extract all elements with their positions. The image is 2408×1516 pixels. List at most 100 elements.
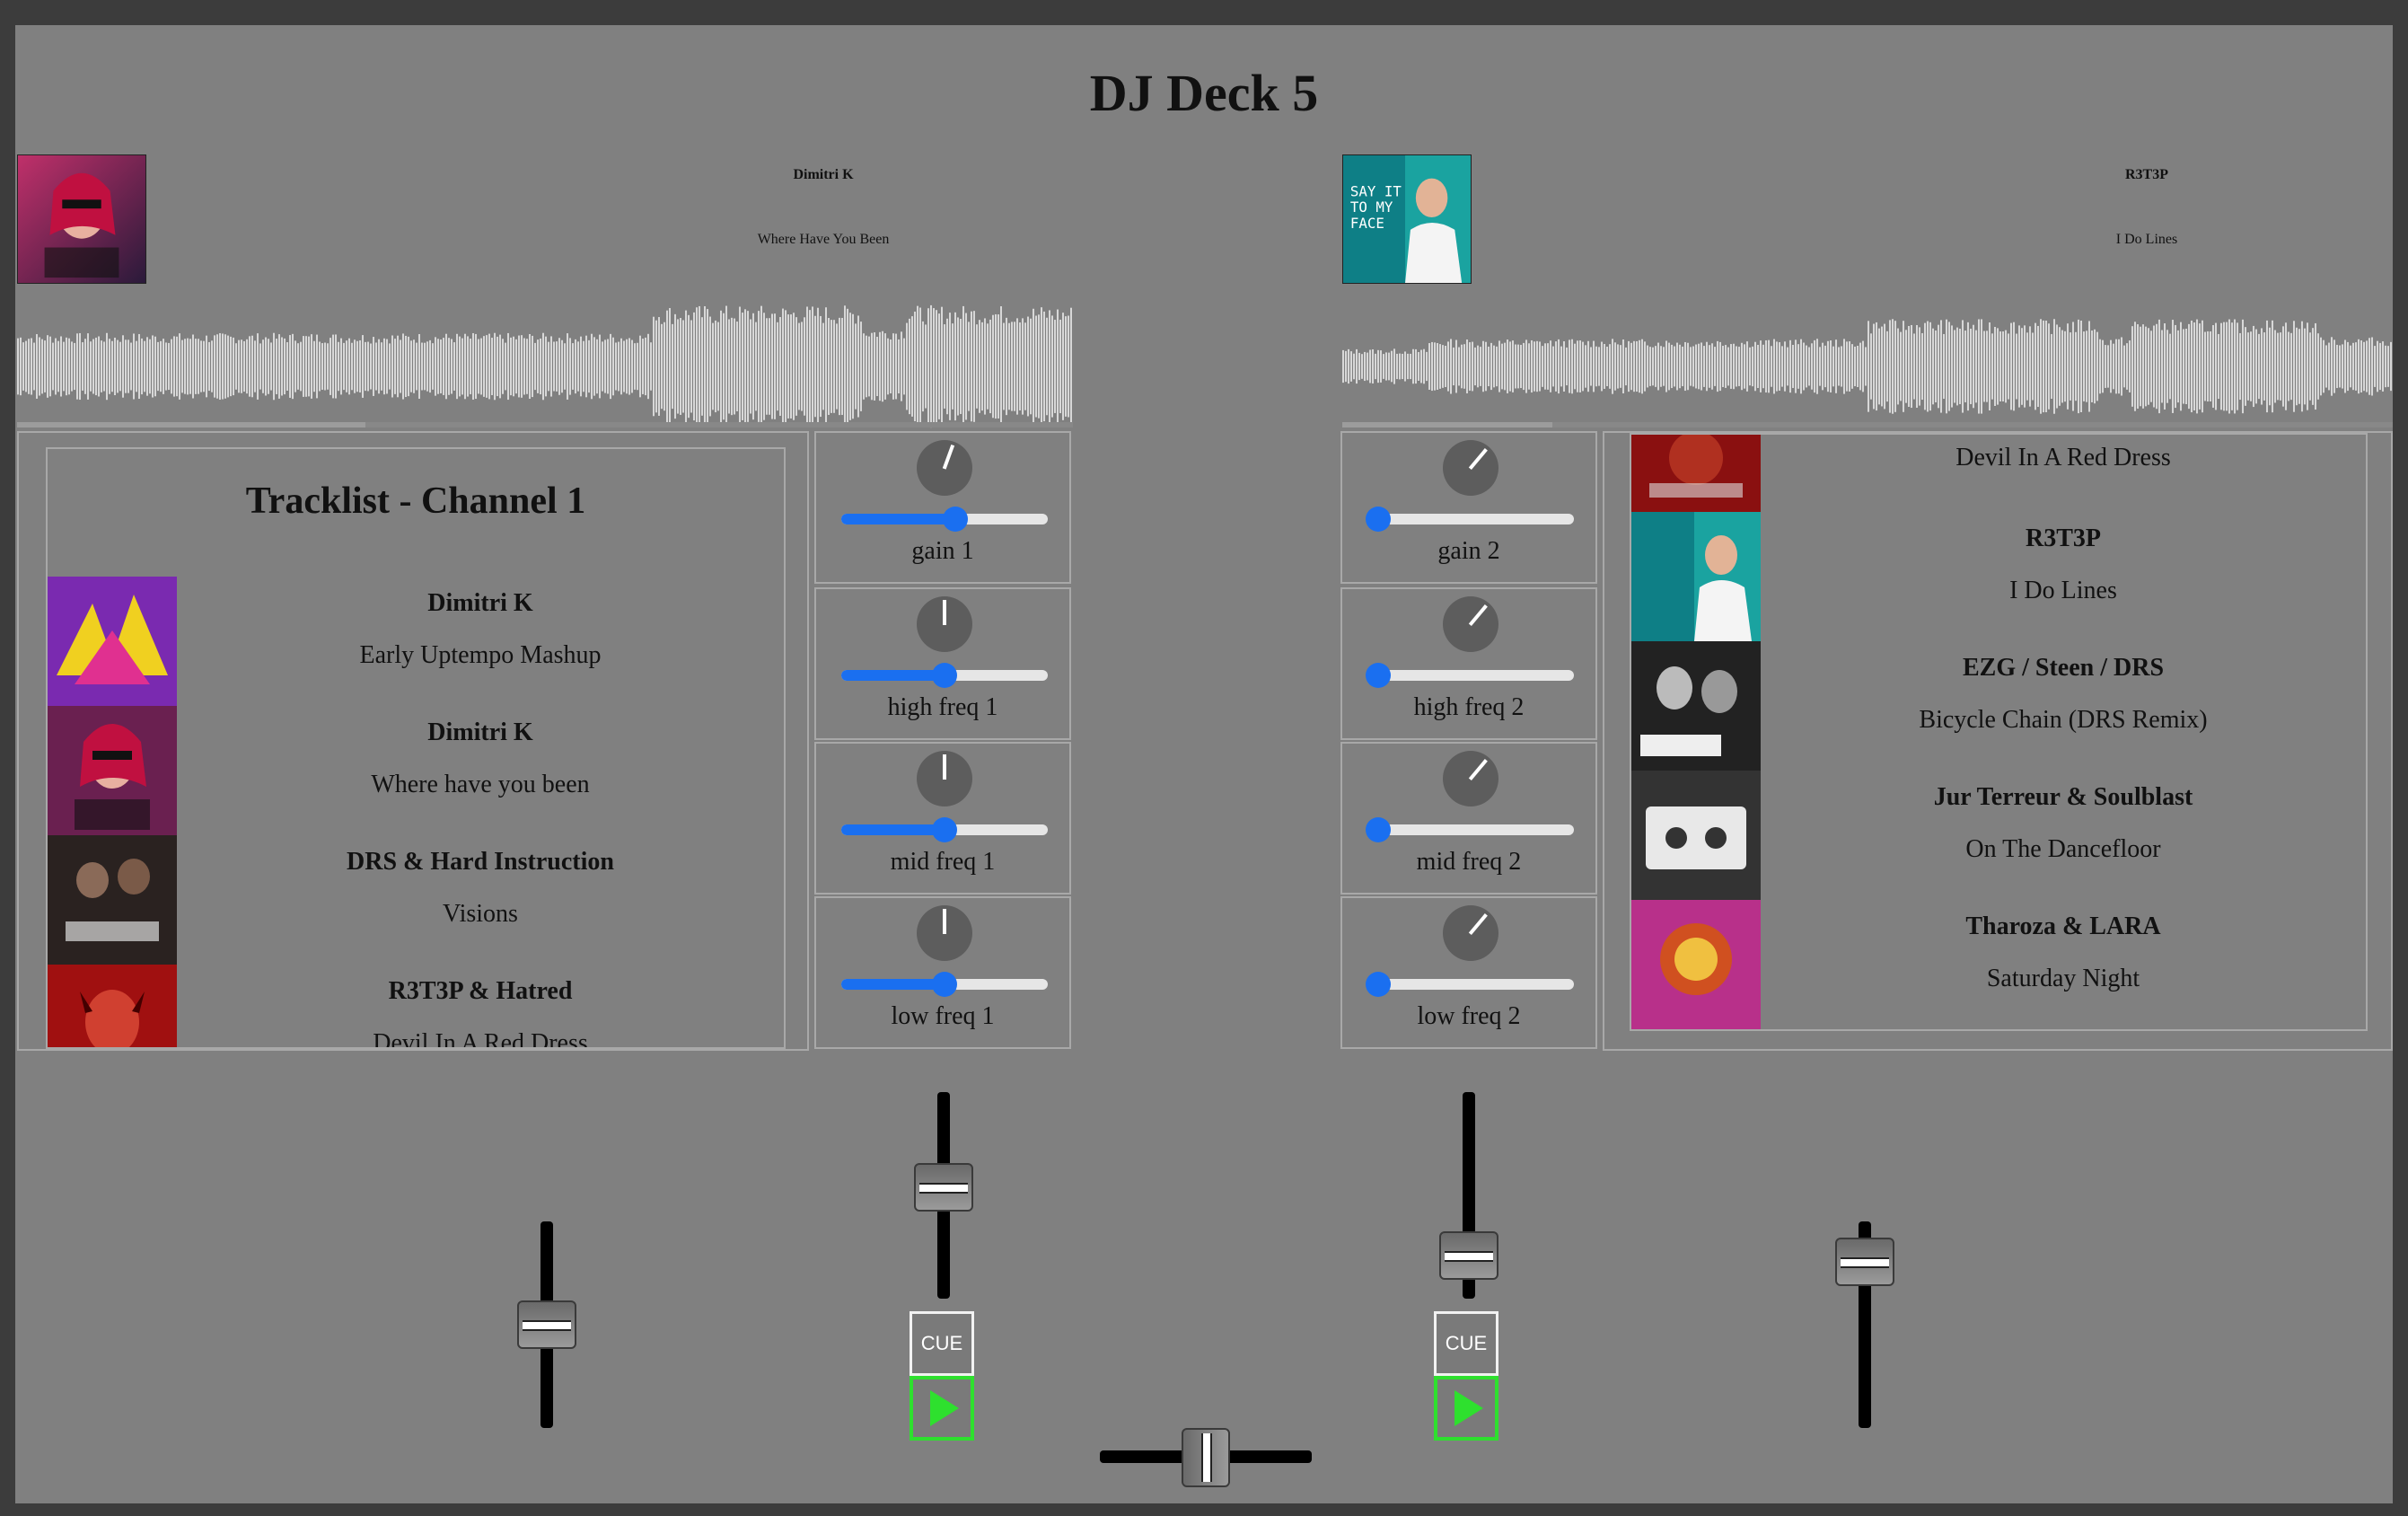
eq-slider-thumb[interactable]	[932, 972, 957, 997]
eq-knob-icon[interactable]	[1443, 596, 1498, 652]
waveform-bar	[68, 338, 70, 395]
waveform-bar	[1973, 324, 1974, 409]
deck2-channel-fader-handle[interactable]	[1835, 1237, 1894, 1286]
crossfader-handle[interactable]	[1182, 1428, 1230, 1487]
eq-slider[interactable]	[1366, 507, 1574, 532]
list-item[interactable]: DRS & Hard Instruction Visions	[48, 835, 784, 965]
eq-knob-icon[interactable]	[917, 596, 972, 652]
waveform-bar	[1612, 339, 1613, 394]
waveform-bar	[1975, 330, 1977, 403]
waveform-bar	[879, 331, 881, 401]
waveform-bar	[1709, 345, 1710, 388]
waveform-bar	[1437, 342, 1438, 391]
deck2-progress-bar[interactable]	[1342, 422, 2393, 427]
eq-slider-thumb[interactable]	[1366, 507, 1391, 532]
list-item[interactable]: EZG / Steen / DRS Bicycle Chain (DRS Rem…	[1631, 641, 2366, 771]
list-item[interactable]: Devil In A Red Dress	[1631, 435, 2366, 512]
list-item[interactable]: Jur Terreur & Soulblast On The Dancefloo…	[1631, 771, 2366, 900]
waveform-bar	[2342, 344, 2343, 389]
eq-knob-icon[interactable]	[917, 905, 972, 961]
deck1-waveform[interactable]	[17, 286, 1073, 429]
eq-knob-icon[interactable]	[1443, 905, 1498, 961]
waveform-bar	[1485, 341, 1487, 392]
waveform-bar	[2040, 319, 2042, 414]
waveform-bar	[723, 313, 725, 420]
waveform-bar	[927, 308, 929, 425]
eq-knob-icon[interactable]	[917, 751, 972, 806]
waveform-bar	[890, 339, 892, 394]
eq-knob-icon[interactable]	[917, 440, 972, 496]
list-item[interactable]: Dimitri K Where have you been	[48, 706, 784, 835]
waveform-bar	[2368, 338, 2370, 395]
eq-knob-icon[interactable]	[1443, 440, 1498, 496]
eq-slider-thumb[interactable]	[942, 507, 968, 532]
waveform-bar	[1905, 330, 1907, 403]
waveform-bar	[2158, 319, 2160, 414]
waveform-bar	[1630, 342, 1632, 391]
eq-slider-thumb[interactable]	[1366, 817, 1391, 842]
list-item[interactable]: Tharoza & LARA Saturday Night	[1631, 900, 2366, 1029]
waveform-bar	[1841, 346, 1842, 387]
waveform-bar	[1752, 346, 1753, 387]
waveform-bar	[2220, 322, 2222, 410]
eq-slider-fill	[841, 670, 945, 681]
deck2-play-button[interactable]	[1434, 1376, 1498, 1441]
tracklist-channel2-list[interactable]: Devil In A Red Dress R3T3P I Do Lines EZ…	[1630, 433, 2368, 1031]
waveform-bar	[860, 322, 862, 411]
eq-slider-thumb[interactable]	[1366, 663, 1391, 688]
waveform-bar	[752, 313, 754, 420]
waveform-bar	[1523, 342, 1525, 391]
track-title: On The Dancefloor	[1965, 835, 2161, 863]
waveform-bar	[588, 339, 590, 393]
waveform-bar	[375, 342, 377, 391]
waveform-bar	[1795, 339, 1797, 393]
waveform-bar	[478, 339, 479, 394]
eq-slider[interactable]	[1366, 663, 1574, 688]
waveform-bar	[192, 334, 194, 399]
waveform-bar	[1665, 340, 1667, 392]
waveform-bar	[2366, 340, 2368, 392]
list-item[interactable]: R3T3P I Do Lines	[1631, 512, 2366, 641]
eq-slider[interactable]	[841, 663, 1048, 688]
waveform-bar	[281, 337, 283, 396]
waveform-bar	[480, 338, 482, 395]
waveform-bar	[1604, 344, 1605, 389]
eq-knob-icon[interactable]	[1443, 751, 1498, 806]
eq-slider-thumb[interactable]	[932, 663, 957, 688]
eq-slider[interactable]	[1366, 972, 1574, 997]
waveform-bar	[1999, 331, 2001, 401]
deck1-channel-fader-handle[interactable]	[517, 1300, 576, 1349]
list-item[interactable]: Dimitri K Early Uptempo Mashup	[48, 577, 784, 706]
deck1-progress-bar[interactable]	[17, 422, 1073, 427]
waveform-bar	[1771, 346, 1772, 387]
deck1-cue-button[interactable]: CUE	[910, 1311, 974, 1376]
waveform-bar	[2113, 343, 2114, 390]
waveform-bar	[1989, 322, 1991, 411]
eq-slider[interactable]	[841, 972, 1048, 997]
waveform-bar	[31, 338, 32, 395]
deck2-cue-button[interactable]: CUE	[1434, 1311, 1498, 1376]
waveform-bar	[421, 342, 423, 391]
waveform-bar	[1797, 344, 1799, 389]
eq-slider-thumb[interactable]	[1366, 972, 1391, 997]
deck1-volume-fader-handle[interactable]	[914, 1163, 973, 1212]
eq-slider[interactable]	[841, 507, 1048, 532]
deck1-play-button[interactable]	[910, 1376, 974, 1441]
eq-slider-thumb[interactable]	[932, 817, 957, 842]
tracklist-channel1-list[interactable]: Tracklist - Channel 1 Dimitri K Early Up…	[46, 447, 786, 1049]
waveform-bar	[470, 339, 471, 394]
eq-slider[interactable]	[1366, 817, 1574, 842]
waveform-bar	[136, 340, 137, 392]
track-artist: EZG / Steen / DRS	[1962, 654, 2165, 682]
deck2-waveform[interactable]	[1342, 286, 2393, 429]
waveform-bar	[717, 322, 719, 411]
waveform-bar	[2008, 333, 2009, 400]
deck2-volume-fader-handle[interactable]	[1439, 1230, 1498, 1280]
eq-slider[interactable]	[841, 817, 1048, 842]
waveform-bar	[558, 338, 560, 395]
waveform-bar	[233, 337, 234, 396]
waveform-bar	[1582, 341, 1584, 392]
list-item[interactable]: R3T3P & Hatred Devil In A Red Dress	[48, 965, 784, 1047]
waveform-bar	[1412, 348, 1414, 384]
waveform-bar	[1046, 317, 1048, 416]
